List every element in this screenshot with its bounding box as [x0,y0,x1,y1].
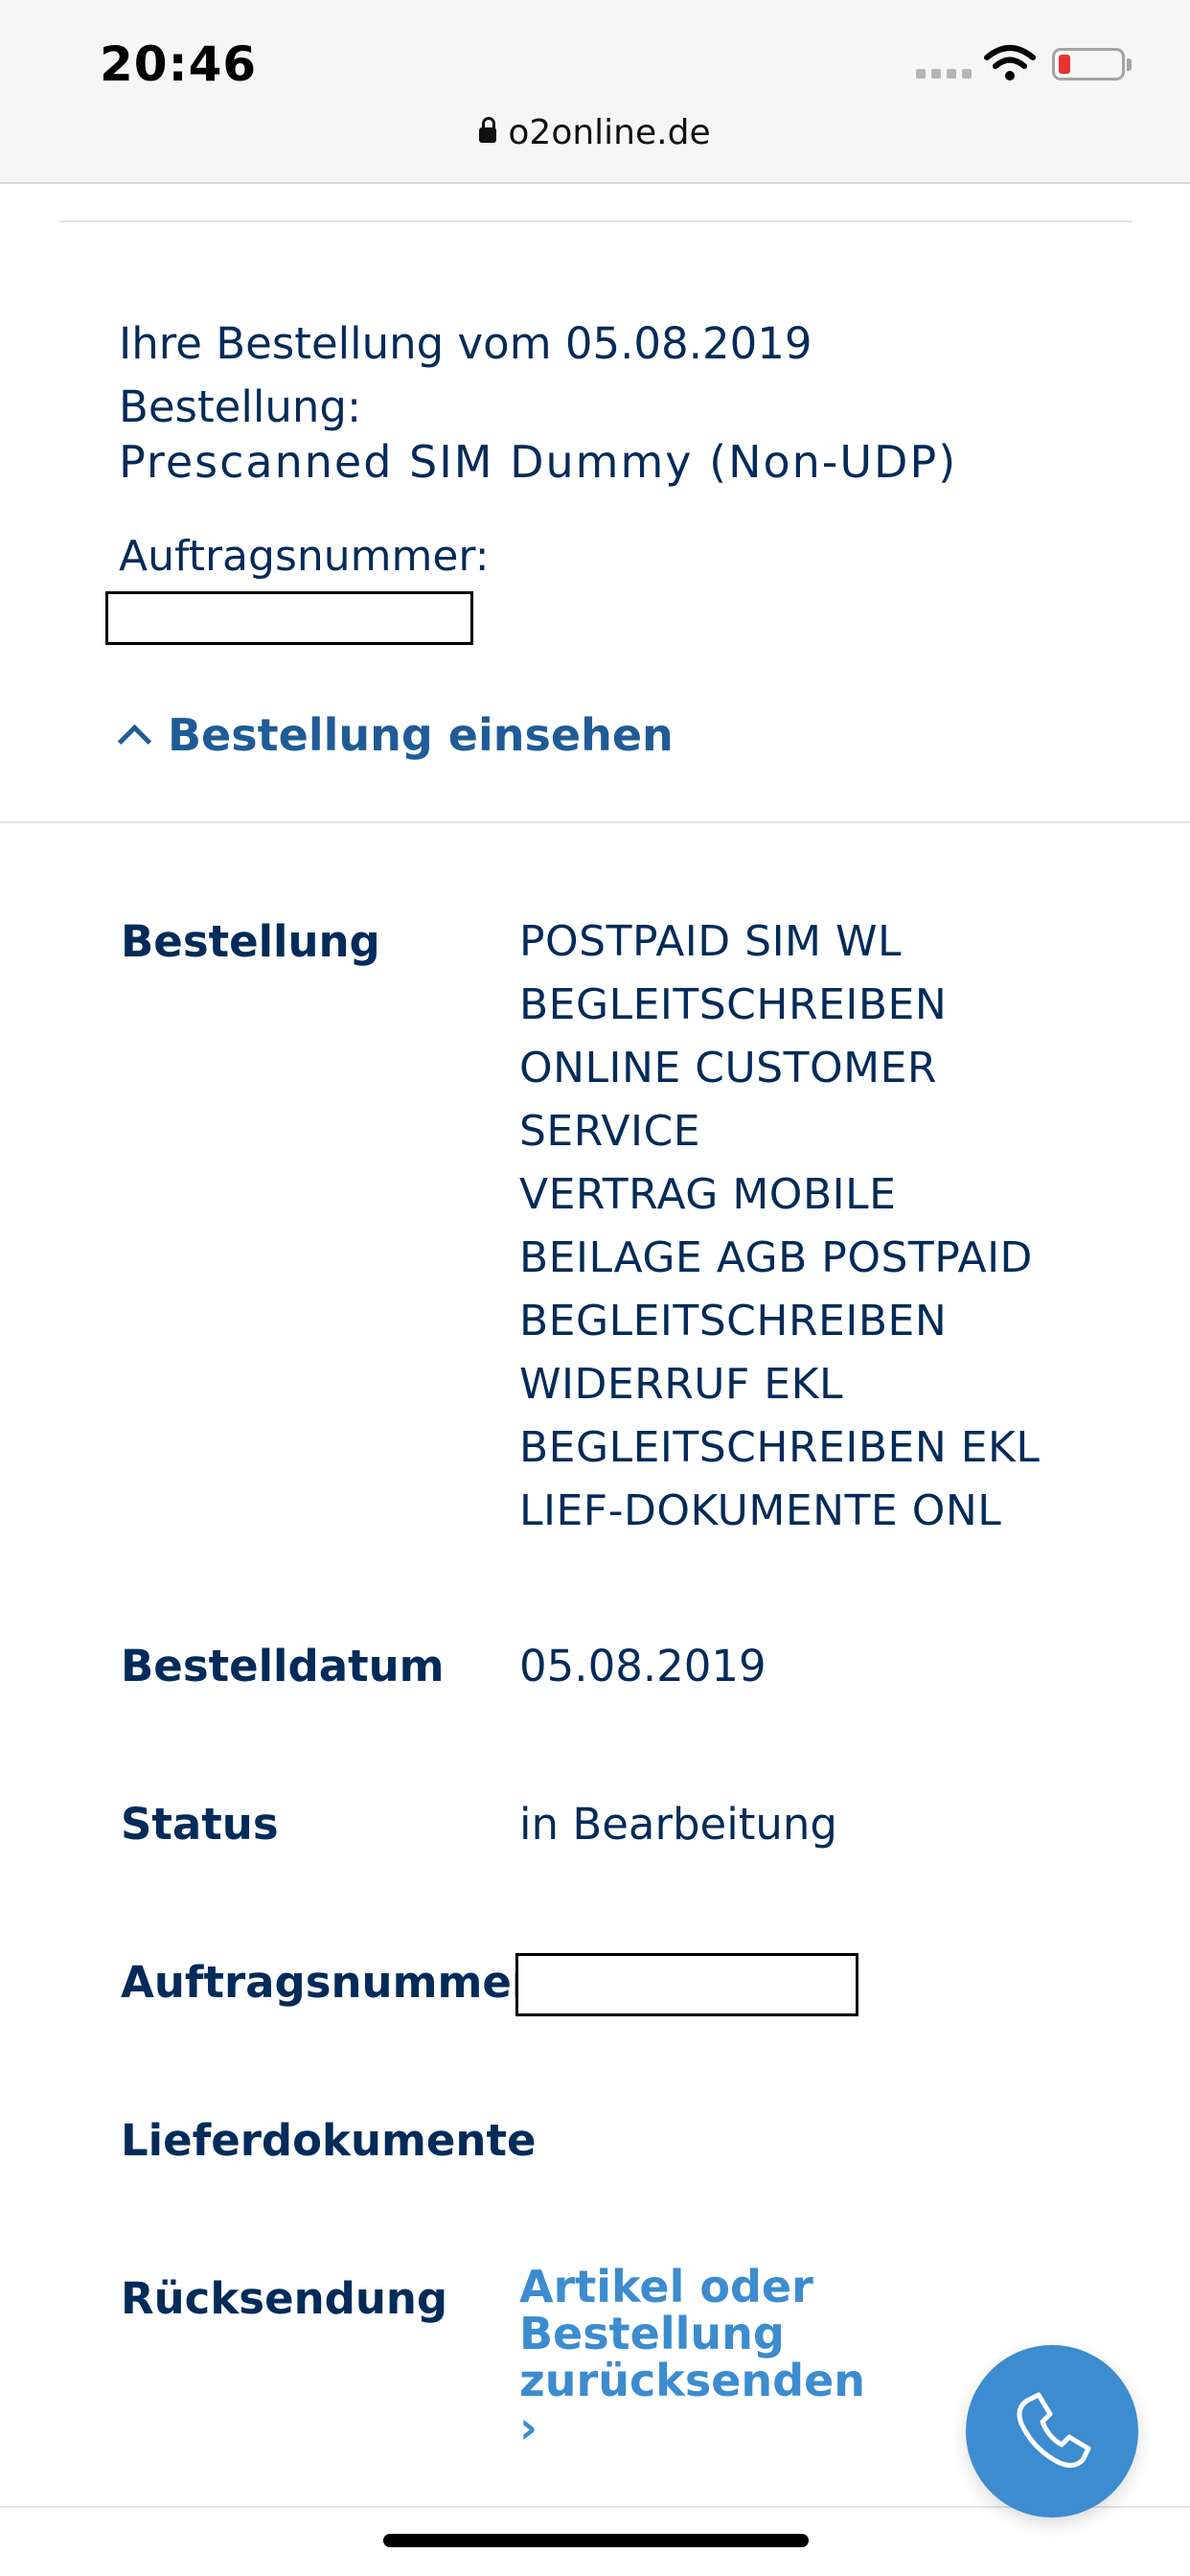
return-order-link[interactable]: Artikel oder Bestellung zurücksenden › [519,2264,883,2451]
status-value: in Bearbeitung [519,1799,837,1850]
order-items-list: POSTPAID SIM WL BEGLEITSCHREIBEN ONLINE … [519,910,1040,1543]
redacted-auftragsnummer [515,1953,858,2016]
chevron-up-icon [117,724,152,758]
lock-icon [479,117,497,143]
lieferdokumente-label: Lieferdokumente [121,2115,537,2166]
list-item: VERTRAG MOBILE [519,1170,897,1219]
bestellung-label: Bestellung [121,916,380,967]
toggle-label: Bestellung einsehen [168,709,674,761]
list-item: SERVICE [519,1107,700,1156]
list-item: ONLINE CUSTOMER [519,1044,937,1092]
list-item: LIEF-DOKUMENTE ONL [519,1486,1002,1535]
section-divider [0,821,1190,823]
card-divider [59,220,1133,222]
ruecksendung-label: Rücksendung [121,2273,448,2324]
order-date-line: Ihre Bestellung vom 05.08.2019 [119,318,812,369]
status-time: 20:46 [100,36,258,92]
phone-icon [1017,2392,1091,2468]
home-indicator [383,2534,809,2547]
order-number-label: Auftragsnummer: [119,532,490,581]
list-item: BEGLEITSCHREIBEN [519,980,948,1029]
bestelldatum-value: 05.08.2019 [519,1641,767,1691]
toggle-order-details[interactable]: Bestellung einsehen [117,709,674,761]
browser-header: 20:46 o2online.de [0,0,1190,184]
bestelldatum-label: Bestelldatum [121,1641,445,1691]
wifi-icon [984,45,1036,80]
list-item: BEGLEITSCHREIBEN [519,1297,948,1346]
order-summary: Ihre Bestellung vom 05.08.2019 Bestellun… [119,312,812,439]
list-item: WIDERRUF EKL [519,1360,843,1409]
url-text: o2online.de [508,113,711,152]
url-bar[interactable]: o2online.de [0,113,1190,152]
battery-icon [1052,48,1132,80]
cellular-signal-icon [916,69,972,80]
list-item: POSTPAID SIM WL [519,917,903,966]
auftragsnummer-label: Auftragsnummer [121,1957,534,2008]
call-button[interactable] [966,2345,1138,2518]
list-item: BEGLEITSCHREIBEN EKL [519,1423,1041,1472]
status-label: Status [121,1799,279,1850]
product-name: Prescanned SIM Dummy (Non-UDP) [119,436,958,488]
list-item: BEILAGE AGB POSTPAID [519,1233,1033,1282]
redacted-order-number [105,591,473,645]
order-label: Bestellung: [119,381,362,432]
